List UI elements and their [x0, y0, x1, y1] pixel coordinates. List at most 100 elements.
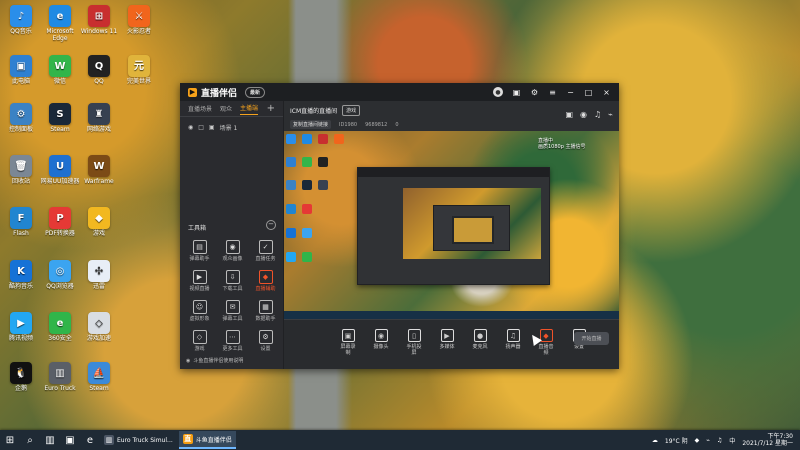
- desktop-icon-22[interactable]: e 360安全: [39, 312, 81, 342]
- tool-barrage[interactable]: ✉ 弹幕工具: [218, 300, 247, 322]
- desktop-icon-14-glyph: W: [88, 155, 110, 177]
- desktop-icon-3[interactable]: ⊞ Windows 11: [78, 5, 120, 35]
- desktop-icon-15[interactable]: F Flash: [0, 207, 42, 237]
- task-app-live-helper[interactable]: 直 斗鱼直播伴侣: [178, 431, 236, 449]
- desktop-icon-1[interactable]: ♪ QQ音乐: [0, 5, 42, 35]
- speaker-icon: ♫: [506, 329, 520, 342]
- tool-danmaku[interactable]: ▤ 弹幕助手: [185, 240, 214, 262]
- tool-audience[interactable]: ◉ 观众画像: [218, 240, 247, 262]
- tab-host[interactable]: 主播端: [240, 103, 259, 115]
- euro-truck-icon: ▥: [104, 435, 114, 445]
- desktop-icon-4[interactable]: ⚔ 火影忍者: [118, 5, 160, 35]
- camera-icon[interactable]: ◉: [580, 110, 587, 119]
- tray-input-icon[interactable]: 中: [729, 436, 735, 445]
- avatar[interactable]: ●: [493, 87, 503, 97]
- desktop-icon-12[interactable]: 🗑 回收站: [0, 155, 42, 185]
- desktop-icon-24[interactable]: 🐧 企鹅: [0, 362, 42, 392]
- tab-live-scene[interactable]: 直播场景: [188, 104, 212, 113]
- screen-icon[interactable]: ▣: [512, 88, 521, 97]
- speaker-label: 扬声器: [505, 344, 521, 350]
- mini-icon: [286, 228, 296, 238]
- data-icon: ▦: [258, 300, 273, 314]
- live-assist-icon: ◆: [258, 270, 273, 284]
- desktop-icon-25[interactable]: ▥ Euro Truck: [39, 362, 81, 392]
- room-meta: 复制直播间链接 ID1980 9689812 0: [290, 120, 613, 129]
- copy-room-link-button[interactable]: 复制直播间链接: [290, 120, 332, 129]
- desktop-icon-18[interactable]: K 酷狗音乐: [0, 260, 42, 290]
- media-button[interactable]: ▶ 多媒体: [438, 329, 456, 350]
- tool-live-assist-label: 直播辅助: [255, 286, 276, 292]
- desktop-icon-14[interactable]: W Warframe: [78, 155, 120, 185]
- taskbar-clock[interactable]: 下午7:30 2021/7/12 星期一: [742, 433, 793, 447]
- tool-video[interactable]: ▶ 视频直播: [185, 270, 214, 292]
- maximize-icon[interactable]: □: [584, 88, 593, 97]
- more-icon[interactable]: ≡: [548, 88, 557, 97]
- sidebar-footer-text: 斗鱼直播伴侣使用说明: [193, 358, 244, 364]
- desktop-icon-5[interactable]: ▣ 此电脑: [0, 55, 42, 85]
- lock-icon[interactable]: □: [198, 124, 204, 131]
- stream-preview[interactable]: 直播中 画质1080p 主播信号: [284, 131, 619, 319]
- close-icon[interactable]: ×: [602, 88, 611, 97]
- phone-cast-button[interactable]: ▯ 手机投屏: [405, 329, 423, 356]
- weather-text[interactable]: 19°C 阴: [665, 436, 688, 445]
- desktop-icon-16[interactable]: P PDF转换器: [39, 207, 81, 237]
- desktop-icon-20[interactable]: ✣ 迅雷: [78, 260, 120, 290]
- desktop-icon-22-label: 360安全: [48, 335, 72, 342]
- desktop-icon-23[interactable]: ◇ 游戏加速: [78, 312, 120, 342]
- file-explorer-icon[interactable]: ▣: [60, 430, 80, 450]
- tool-game[interactable]: ◇ 游戏: [185, 330, 214, 352]
- task-app-euro-truck[interactable]: ▥ Euro Truck Simul...: [100, 431, 177, 449]
- tool-settings[interactable]: ⚙ 设置: [251, 330, 280, 352]
- desktop-icon-10[interactable]: S Steam: [39, 103, 81, 133]
- desktop-icon-2-label: Microsoft Edge: [46, 28, 74, 42]
- camera-button[interactable]: ◉ 摄像头: [372, 329, 390, 350]
- desktop-icon-13[interactable]: U 网易UU加速器: [39, 155, 81, 185]
- desktop-icon-2[interactable]: e Microsoft Edge: [39, 5, 81, 42]
- microphone-label: 麦克风: [472, 344, 488, 350]
- tool-download[interactable]: ⇩ 下载工具: [218, 270, 247, 292]
- more-tools-icon: ⋯: [225, 330, 240, 344]
- bottom-controls: ▣屏幕录制 ◉摄像头 ▯手机投屏 ▶多媒体 ●麦克风 ♫扬声器 ◆直播音频 ⚙设…: [284, 319, 619, 369]
- tool-data[interactable]: ▦ 数据助手: [251, 300, 280, 322]
- settings-icon[interactable]: ⚙: [530, 88, 539, 97]
- live-audio-button[interactable]: ◆ 直播音频: [537, 329, 555, 356]
- weather-icon[interactable]: ☁: [652, 437, 658, 444]
- desktop-icon-17[interactable]: ◆ 游戏: [78, 207, 120, 237]
- layout-icon[interactable]: ▣: [565, 110, 573, 119]
- bell-icon[interactable]: ♫: [594, 110, 601, 119]
- share-icon[interactable]: ⌁: [608, 110, 613, 119]
- desktop-icon-26[interactable]: ⛵ Steam: [78, 362, 120, 392]
- desktop-icon-6[interactable]: W 微信: [39, 55, 81, 85]
- desktop-icon-9[interactable]: ⚙ 控制面板: [0, 103, 42, 133]
- room-category-badge[interactable]: 游戏: [342, 105, 361, 116]
- tool-audience-label: 观众画像: [222, 256, 243, 262]
- scene-row[interactable]: ◉ □ ▣ 场景 1: [180, 117, 283, 138]
- microphone-button[interactable]: ● 麦克风: [471, 329, 489, 350]
- collapse-toolbox-button[interactable]: −: [266, 220, 276, 230]
- room-id: ID1980: [339, 121, 358, 128]
- sidebar-footer[interactable]: ◉ 斗鱼直播伴侣使用说明: [186, 357, 277, 365]
- tool-live-assist[interactable]: ◆ 直播辅助: [251, 270, 280, 292]
- tray-network-icon[interactable]: ⌁: [706, 437, 710, 444]
- tool-avatar[interactable]: ☺ 虚拟形象: [185, 300, 214, 322]
- eye-icon[interactable]: ◉: [188, 124, 193, 131]
- browser-icon[interactable]: e: [80, 430, 100, 450]
- tray-shield-icon[interactable]: ◆: [695, 437, 700, 444]
- desktop-icon-8[interactable]: 元完美世界: [118, 55, 160, 85]
- start-live-button[interactable]: 开始直播: [574, 332, 609, 345]
- tray-volume-icon[interactable]: ♫: [717, 437, 722, 444]
- search-icon[interactable]: ⌕: [20, 430, 40, 450]
- screen-record-button[interactable]: ▣ 屏幕录制: [339, 329, 357, 356]
- tab-audience[interactable]: 观众: [220, 104, 232, 113]
- desktop-icon-21[interactable]: ▶ 腾讯视频: [0, 312, 42, 342]
- desktop-icon-19[interactable]: ◎ QQ浏览器: [39, 260, 81, 290]
- desktop-icon-11[interactable]: ♜ 网络游戏: [78, 103, 120, 133]
- add-scene-icon[interactable]: +: [267, 103, 275, 114]
- minimize-icon[interactable]: −: [566, 88, 575, 97]
- tool-more[interactable]: ⋯ 更多工具: [218, 330, 247, 352]
- task-view-icon[interactable]: ▥: [40, 430, 60, 450]
- desktop-icon-7[interactable]: Q QQ: [78, 55, 120, 85]
- windows-start-icon[interactable]: ⊞: [0, 430, 20, 450]
- tool-tasks[interactable]: ✓ 直播任务: [251, 240, 280, 262]
- speaker-button[interactable]: ♫ 扬声器: [504, 329, 522, 350]
